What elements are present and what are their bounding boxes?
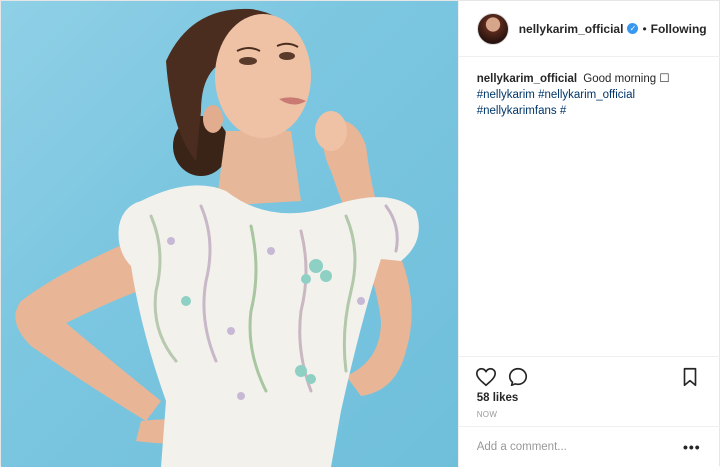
comment-input[interactable] (476, 441, 677, 453)
post-timestamp: NOW (476, 410, 498, 419)
caption-text: Good morning ☐ (583, 73, 670, 85)
hashtag-link[interactable]: #nellykarim_official (538, 89, 635, 101)
avatar[interactable] (476, 12, 509, 45)
portrait-illustration (15, 8, 419, 467)
bookmark-icon[interactable] (679, 366, 701, 388)
hashtag-link[interactable]: #nellykarimfans (477, 105, 557, 117)
header-username[interactable]: nellykarim_official (519, 22, 624, 36)
following-button[interactable]: Following (651, 22, 707, 36)
post-caption: nellykarim_official Good morning ☐ #nell… (477, 71, 707, 119)
more-options-button[interactable]: ••• (683, 439, 701, 455)
verified-badge-icon: ✓ (627, 23, 639, 34)
comment-bubble-icon[interactable] (507, 366, 529, 388)
heart-icon[interactable] (475, 366, 497, 388)
post-header: nellykarim_official ✓ • Following (458, 1, 720, 57)
likes-count[interactable]: 58 likes (477, 392, 519, 404)
comment-bar: ••• (458, 426, 720, 467)
hashtag-link[interactable]: #nellykarim (477, 89, 535, 101)
post-photo[interactable] (1, 1, 458, 467)
post-actions (458, 356, 720, 392)
caption-username[interactable]: nellykarim_official (477, 73, 577, 85)
follow-separator: • (642, 21, 647, 36)
post-side-panel: nellykarim_official ✓ • Following nellyk… (457, 1, 720, 467)
instagram-post: nellykarim_official ✓ • Following nellyk… (0, 0, 720, 467)
hashtag-link[interactable]: # (560, 105, 566, 117)
